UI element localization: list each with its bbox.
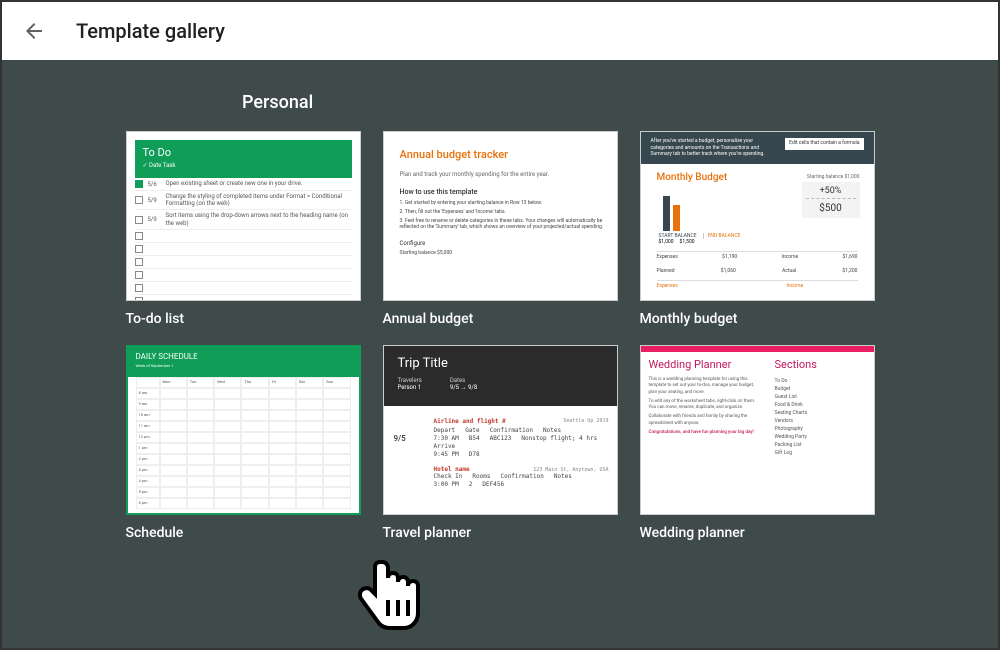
annual-sub: Plan and track your monthly spending for… [400, 171, 609, 178]
template-label: Annual budget [383, 311, 618, 327]
travel-header: Trip Title TravelersPerson 1 Dates9/5 → … [384, 346, 617, 406]
template-thumb-monthly[interactable]: After you've started a budget, personali… [640, 131, 875, 301]
template-grid: To Do ✓ Date Task 5/6Open existing sheet… [62, 131, 938, 541]
monthly-planned-row: Planned$1,060Actual$1,200 [657, 266, 858, 274]
monthly-starting: Starting balance $1,000 [807, 174, 860, 180]
todo-thumb-rows: 5/6Open existing sheet or create new one… [135, 178, 352, 301]
travel-hotel-section: Hotel name 123 Main St, Anytown, USA Che… [434, 466, 609, 488]
category-heading: Personal [242, 92, 938, 113]
template-card-monthly: After you've started a budget, personali… [640, 131, 875, 327]
todo-thumb-columns: ✓ Date Task [143, 162, 344, 169]
template-label: Wedding planner [640, 525, 875, 541]
monthly-topbar: After you've started a budget, personali… [641, 132, 874, 164]
header: Template gallery [2, 2, 998, 60]
wedding-title: Wedding Planner [649, 358, 757, 371]
template-label: Schedule [126, 525, 361, 541]
annual-configure: Configure [400, 240, 609, 247]
template-card-wedding: Wedding Planner This is a wedding planni… [640, 345, 875, 541]
monthly-summary-box: +50% $500 [802, 182, 860, 218]
wedding-accent-bar [641, 346, 874, 352]
wedding-sections-list: To Do Budget Guest List Food & Drink Sea… [775, 377, 817, 457]
template-label: Monthly budget [640, 311, 875, 327]
template-thumb-travel[interactable]: Trip Title TravelersPerson 1 Dates9/5 → … [383, 345, 618, 515]
travel-flight-section: Airline and flight #Seattle Up 2019 Depa… [434, 418, 609, 458]
template-card-travel: Trip Title TravelersPerson 1 Dates9/5 → … [383, 345, 618, 541]
monthly-expenses-row: Expenses$1,190Income$1,690 [657, 251, 858, 260]
template-label: Travel planner [383, 525, 618, 541]
annual-step: 2. Then, fill out the 'Expenses' and 'In… [400, 209, 609, 215]
schedule-grid: MonTueWedThuFriSatSun 8 am 9 am 10 am 11… [136, 377, 351, 509]
todo-thumb-title: To Do [143, 146, 344, 159]
template-card-annual: Annual budget tracker Plan and track you… [383, 131, 618, 327]
travel-day: 9/5 [394, 434, 406, 443]
annual-step: 1. Get started by entering your starting… [400, 200, 609, 206]
annual-step: 3. Feel free to rename or delete categor… [400, 218, 609, 230]
monthly-section-row: ExpensesIncome [657, 280, 858, 289]
template-thumb-annual[interactable]: Annual budget tracker Plan and track you… [383, 131, 618, 301]
template-thumb-wedding[interactable]: Wedding Planner This is a wedding planni… [640, 345, 875, 515]
template-thumb-schedule[interactable]: DAILY SCHEDULE Week of September 1 MonTu… [126, 345, 361, 515]
template-card-todo: To Do ✓ Date Task 5/6Open existing sheet… [126, 131, 361, 327]
annual-how: How to use this template [400, 188, 609, 196]
annual-balance: Starting balance $5,000 [400, 250, 609, 256]
monthly-bar-values: $1,000$1,500 [659, 239, 866, 245]
wedding-columns: Wedding Planner This is a wedding planni… [649, 358, 866, 457]
page-title: Template gallery [76, 19, 225, 43]
template-label: To-do list [126, 311, 361, 327]
template-thumb-todo[interactable]: To Do ✓ Date Task 5/6Open existing sheet… [126, 131, 361, 301]
schedule-header: DAILY SCHEDULE Week of September 1 [128, 347, 359, 377]
back-arrow-icon[interactable] [22, 19, 46, 43]
wedding-intro: This is a wedding planning template for … [649, 377, 757, 436]
template-card-schedule: DAILY SCHEDULE Week of September 1 MonTu… [126, 345, 361, 541]
main-area: Personal To Do ✓ Date Task 5/6Open exist… [2, 60, 998, 648]
annual-title: Annual budget tracker [400, 148, 609, 161]
wedding-sections-title: Sections [775, 358, 817, 371]
